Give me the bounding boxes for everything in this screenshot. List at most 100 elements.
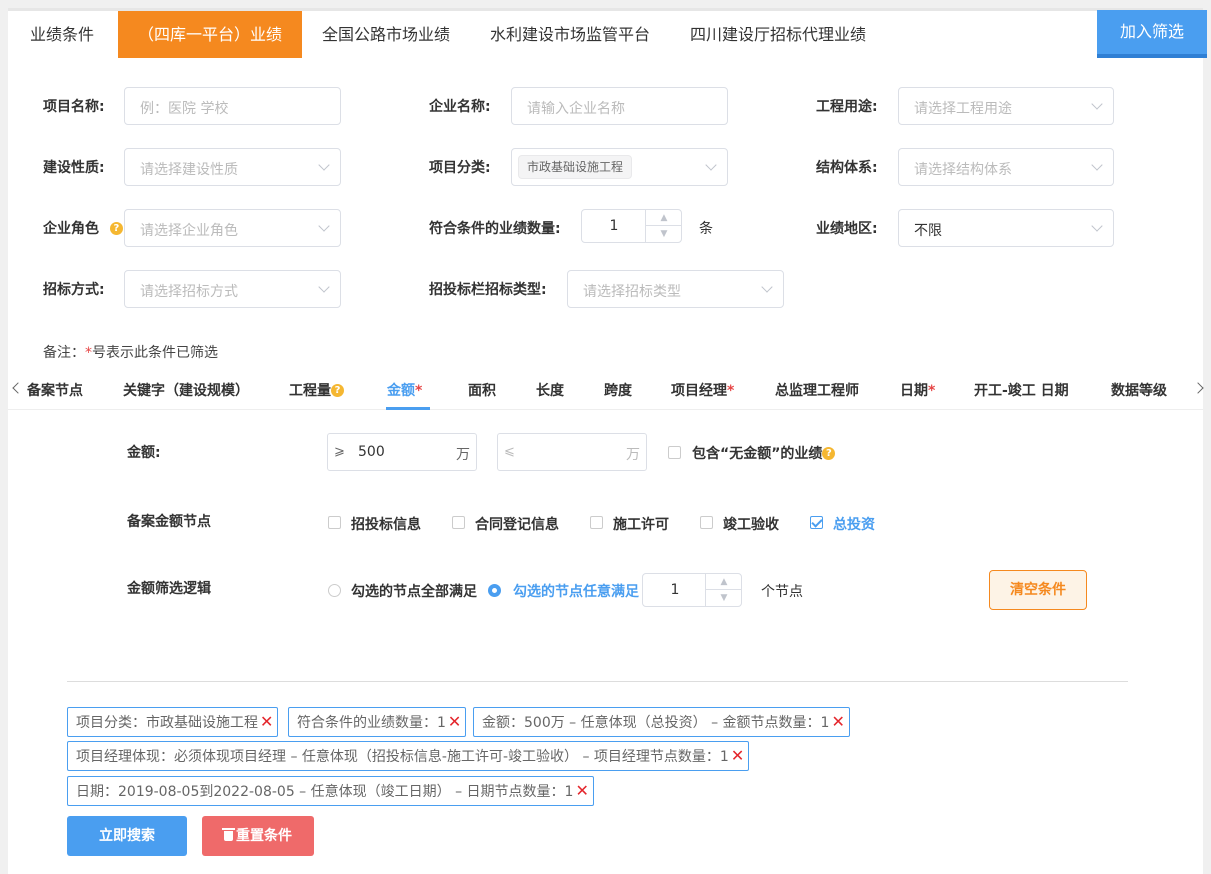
bid-type-select[interactable]: 请选择招标类型 [567,270,784,308]
condition-chip: 符合条件的业绩数量：1 ✕ [288,707,467,737]
node-bidding-checkbox[interactable] [328,516,341,529]
node-permit-checkbox[interactable] [590,516,603,529]
close-icon[interactable]: ✕ [575,781,588,800]
build-nature-select[interactable]: 请选择建设性质 [124,148,341,186]
project-usage-placeholder: 请选择工程用途 [914,101,1012,117]
node-acceptance-label: 竣工验收 [723,517,779,533]
note-star: * [85,345,92,361]
search-button[interactable]: 立即搜索 [67,816,187,856]
subtab-span[interactable]: 跨度 [604,380,632,400]
subtab-data-level[interactable]: 数据等级 [1111,380,1167,400]
build-nature-placeholder: 请选择建设性质 [140,162,238,178]
structure-placeholder: 请选择结构体系 [914,162,1012,178]
subtab-quantity[interactable]: 工程量? [289,380,344,400]
chevron-down-icon [318,159,330,171]
subtab-project-manager[interactable]: 项目经理* [671,380,734,400]
node-bidding-label: 招投标信息 [351,517,421,533]
structure-select[interactable]: 请选择结构体系 [898,148,1114,186]
project-category-tag: 市政基础设施工程 [518,155,633,179]
close-icon[interactable]: ✕ [448,712,461,731]
tab-water-conservancy[interactable]: 水利建设市场监管平台 [490,11,650,58]
node-acceptance-checkbox[interactable] [700,516,713,529]
structure-label: 结构体系: [816,160,878,176]
bid-type-placeholder: 请选择招标类型 [583,284,681,300]
help-icon[interactable]: ? [822,447,836,460]
subtab-amount[interactable]: 金额* [387,380,422,400]
count-stepper[interactable]: 1 ▲ ▼ [581,209,682,243]
reset-button[interactable]: 重置条件 [202,816,314,856]
subtab-start-end-date[interactable]: 开工-竣工 日期 [974,380,1069,400]
subtab-chief-supervisor[interactable]: 总监理工程师 [775,380,859,400]
condition-chip: 项目经理体现：必须体现项目经理 – 任意体现（招投标信息-施工许可-竣工验收） … [67,741,750,771]
active-tab-underline [386,407,430,410]
chevron-down-icon [761,281,773,293]
clear-conditions-button[interactable]: 清空条件 [989,570,1087,610]
subtab-length[interactable]: 长度 [536,380,564,400]
chevron-down-icon [1091,98,1103,110]
subtab-area[interactable]: 面积 [468,380,496,400]
project-name-placeholder: 例：医院 学校 [140,101,229,117]
condition-chip: 日期：2019-08-05到2022-08-05 – 任意体现（竣工日期） – … [67,776,594,806]
company-role-label-text: 企业角色 [43,221,99,237]
include-no-amount-label: 包含“无金额”的业绩? [692,443,836,463]
node-contract-label: 合同登记信息 [475,517,559,533]
amount-unit: 万 [626,447,640,463]
trash-icon [222,828,235,841]
project-usage-select[interactable]: 请选择工程用途 [898,87,1114,125]
company-name-placeholder: 请输入企业名称 [527,101,625,117]
condition-chip: 项目分类：市政基础设施工程 ✕ [67,707,279,737]
help-icon[interactable]: ? [331,384,344,397]
increment-icon[interactable]: ▲ [706,574,742,590]
chevron-left-icon[interactable] [12,382,24,394]
project-category-label: 项目分类: [429,160,491,176]
ge-symbol: ⩾ [334,444,345,459]
close-icon[interactable]: ✕ [831,712,844,731]
node-total-investment-label: 总投资 [833,517,875,533]
increment-icon[interactable]: ▲ [646,210,682,226]
logic-unit: 个节点 [761,584,803,600]
close-icon[interactable]: ✕ [731,746,744,765]
amount-nodes-label: 备案金额节点 [127,514,211,530]
region-label: 业绩地区: [816,221,878,237]
decrement-icon[interactable]: ▼ [646,226,682,242]
count-label: 符合条件的业绩数量: [429,221,561,237]
node-contract-checkbox[interactable] [452,516,465,529]
project-category-select[interactable]: 市政基础设施工程 [511,148,728,186]
stepper-arrows: ▲ ▼ [705,574,742,606]
logic-all-radio[interactable] [328,584,341,597]
count-value: 1 [609,218,619,234]
amount-min-input[interactable]: ⩾ 500 万 [327,433,477,471]
logic-any-radio[interactable] [488,584,501,597]
include-no-amount-checkbox[interactable] [668,446,681,459]
subtab-keyword[interactable]: 关键字（建设规模） [123,380,249,400]
amount-max-input[interactable]: ⩽ 万 [497,433,647,471]
tab-national-highway[interactable]: 全国公路市场业绩 [322,11,450,58]
tab-sichuan-bidding[interactable]: 四川建设厅招标代理业绩 [690,11,866,58]
region-select[interactable]: 不限 [898,209,1114,247]
amount-unit: 万 [456,447,470,463]
bid-method-select[interactable]: 请选择招标方式 [124,270,341,308]
chevron-right-icon[interactable] [1192,382,1204,394]
company-name-input[interactable]: 请输入企业名称 [511,87,728,125]
project-name-input[interactable]: 例：医院 学校 [124,87,341,125]
subtab-date[interactable]: 日期* [900,380,935,400]
add-filter-button[interactable]: 加入筛选 [1097,10,1207,58]
reset-button-label: 重置条件 [236,828,292,844]
condition-chip: 金额：500万 – 任意体现（总投资） – 金额节点数量：1 ✕ [473,707,850,737]
company-role-select[interactable]: 请选择企业角色 [124,209,341,247]
tab-performance-conditions[interactable]: 业绩条件 [30,11,94,58]
chevron-down-icon [705,159,717,171]
le-symbol: ⩽ [504,444,515,459]
tab-four-libraries[interactable]: （四库一平台）业绩 [118,11,302,58]
node-total-investment-checkbox[interactable] [810,516,823,529]
decrement-icon[interactable]: ▼ [706,590,742,606]
subtab-filing-nodes[interactable]: 备案节点 [27,380,83,400]
help-icon[interactable]: ? [109,222,123,235]
company-name-label: 企业名称: [429,99,491,115]
count-unit: 条 [699,221,713,237]
close-icon[interactable]: ✕ [260,712,273,731]
region-value: 不限 [914,223,942,239]
chevron-down-icon [318,281,330,293]
logic-count-stepper[interactable]: 1 ▲ ▼ [642,573,742,607]
logic-count-value: 1 [670,582,680,598]
